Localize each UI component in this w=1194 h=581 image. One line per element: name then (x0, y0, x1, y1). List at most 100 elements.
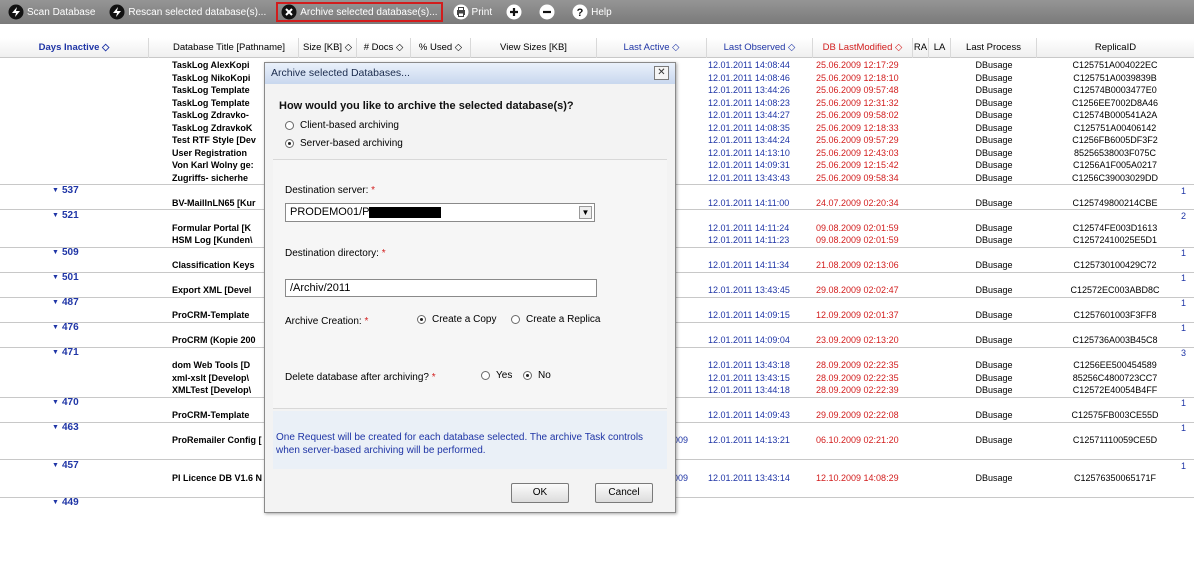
column-last-process[interactable]: Last Process (950, 38, 1036, 58)
create-copy-radio[interactable]: Create a Copy (417, 314, 496, 325)
scan-database-button[interactable]: Scan Database (4, 2, 99, 22)
db-title: dom Web Tools [D (172, 360, 251, 370)
db-last-modified: 12.09.2009 02:01:37 (816, 310, 899, 320)
destination-server-select[interactable]: PRODEMO01/P ▼ (285, 203, 595, 222)
db-last-process: DBusage (975, 135, 1013, 145)
chevron-down-icon[interactable]: ▼ (579, 206, 592, 219)
db-replica-id: C125736A003B45C8 (1072, 335, 1158, 345)
column-view-sizes[interactable]: View Sizes [KB] (470, 38, 596, 58)
column-docs[interactable]: # Docs ◇ (356, 38, 410, 58)
db-last-observed: 12.01.2011 14:09:31 (708, 160, 790, 170)
group-count: 1 (1180, 398, 1186, 408)
triangle-down-icon[interactable]: ▼ (52, 347, 62, 359)
svg-text:?: ? (577, 7, 584, 19)
db-title: Von Karl Wolny ge: (172, 160, 254, 170)
app-window: Scan Database Rescan selected database(s… (0, 0, 1194, 581)
group-count: 1 (1180, 423, 1186, 433)
column-last-active[interactable]: Last Active ◇ (596, 38, 706, 58)
db-last-process: DBusage (975, 310, 1013, 320)
print-button[interactable]: Print (449, 2, 497, 22)
triangle-down-icon[interactable]: ▼ (52, 247, 62, 259)
column-db-modified[interactable]: DB LastModified ◇ (812, 38, 912, 58)
db-last-observed: 12.01.2011 14:11:24 (708, 222, 790, 233)
db-replica-id: C12575FB003CE55D (1071, 410, 1159, 420)
required-mark: * (431, 372, 436, 383)
archive-button[interactable]: Archive selected database(s)... (276, 2, 443, 22)
group-days-inactive: 471 (62, 347, 79, 358)
triangle-down-icon[interactable]: ▼ (52, 422, 62, 434)
delete-no-radio[interactable]: No (523, 370, 551, 381)
required-mark: * (381, 248, 386, 259)
cancel-button[interactable]: Cancel (595, 483, 653, 503)
db-last-observed: 12.01.2011 14:13:21 (708, 435, 790, 445)
db-last-modified: 25.06.2009 12:43:03 (816, 147, 899, 158)
ok-button[interactable]: OK (511, 483, 569, 503)
triangle-down-icon[interactable]: ▼ (52, 297, 62, 309)
db-title: Classification Keys (172, 260, 255, 270)
db-last-modified: 25.06.2009 09:57:29 (816, 135, 899, 145)
destination-directory-input[interactable]: /Archiv/2011 (285, 279, 597, 297)
db-last-modified: 21.08.2009 02:13:06 (816, 260, 899, 270)
group-count: 2 (1180, 210, 1186, 221)
triangle-down-icon[interactable]: ▼ (52, 210, 62, 222)
redaction-bar (369, 206, 442, 218)
close-icon[interactable]: ✕ (654, 66, 669, 80)
column-replica-id[interactable]: ReplicaID (1036, 38, 1194, 58)
db-last-process: DBusage (975, 85, 1013, 95)
delete-yes-radio[interactable]: Yes (481, 370, 512, 381)
db-title: Test RTF Style [Dev (172, 135, 256, 145)
dialog-title: Archive selected Databases... (265, 63, 675, 84)
radio-on-icon (523, 371, 532, 380)
triangle-down-icon[interactable]: ▼ (52, 322, 62, 334)
help-button[interactable]: ? Help (568, 2, 616, 22)
triangle-down-icon[interactable]: ▼ (52, 460, 62, 472)
column-ra[interactable]: RA (912, 38, 928, 58)
destination-server-label: Destination server: * (285, 185, 376, 196)
triangle-down-icon[interactable]: ▼ (52, 397, 62, 409)
toolbar: Scan Database Rescan selected database(s… (0, 0, 1194, 24)
db-last-modified: 09.08.2009 02:01:59 (816, 222, 899, 233)
column-size[interactable]: Size [KB] ◇ (298, 38, 356, 58)
db-replica-id: 85256C4800723CC7 (1072, 372, 1158, 383)
create-replica-label: Create a Replica (526, 314, 601, 325)
print-icon (453, 4, 469, 20)
db-last-observed: 12.01.2011 14:09:15 (708, 310, 790, 320)
db-last-modified: 25.06.2009 12:18:10 (816, 72, 899, 83)
db-last-process: DBusage (975, 285, 1013, 295)
delete-no-label: No (538, 370, 551, 381)
help-label: Help (591, 6, 612, 18)
server-archiving-radio[interactable]: Server-based archiving (285, 138, 403, 149)
group-count: 1 (1180, 323, 1186, 333)
db-replica-id: C125751A00406142 (1073, 122, 1157, 133)
rescan-button[interactable]: Rescan selected database(s)... (105, 2, 270, 22)
db-last-process: DBusage (975, 435, 1013, 445)
db-title: ProRemailer Config [ProRe (172, 435, 262, 445)
db-replica-id: C125751A004022EC (1072, 60, 1158, 70)
db-last-observed: 12.01.2011 14:13:10 (708, 147, 790, 158)
column-last-observed[interactable]: Last Observed ◇ (706, 38, 812, 58)
db-title: ProCRM-Template (172, 410, 250, 420)
db-title: xml-xslt [Develop\ (172, 372, 250, 383)
group-count: 1 (1180, 248, 1186, 258)
print-label: Print (471, 6, 493, 18)
db-last-observed: 12.01.2011 13:44:18 (708, 385, 790, 395)
column-used[interactable]: % Used ◇ (410, 38, 470, 58)
radio-on-icon (285, 139, 294, 148)
column-title[interactable]: Database Title [Pathname] (148, 38, 298, 58)
server-archiving-label: Server-based archiving (300, 138, 403, 149)
collapse-all-button[interactable] (535, 2, 562, 22)
db-last-observed: 12.01.2011 14:08:46 (708, 72, 790, 83)
column-la[interactable]: LA (928, 38, 950, 58)
db-replica-id: C1256A1F005A0217 (1072, 160, 1158, 170)
db-replica-id: 85256538003F075C (1073, 147, 1157, 158)
db-title: User Registration (172, 147, 248, 158)
client-archiving-radio[interactable]: Client-based archiving (285, 120, 399, 131)
triangle-down-icon[interactable]: ▼ (52, 497, 62, 509)
triangle-down-icon[interactable]: ▼ (52, 185, 62, 197)
expand-all-button[interactable] (502, 2, 529, 22)
triangle-down-icon[interactable]: ▼ (52, 272, 62, 284)
create-replica-radio[interactable]: Create a Replica (511, 314, 600, 325)
db-title: TaskLog Template (172, 97, 250, 108)
db-last-modified: 28.09.2009 02:22:39 (816, 385, 899, 395)
column-days-inactive[interactable]: Days Inactive ◇ (0, 38, 148, 58)
